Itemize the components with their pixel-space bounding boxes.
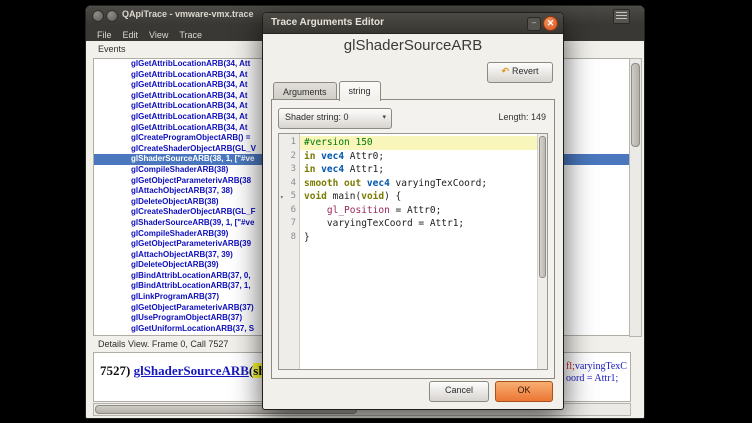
code-token: Attr0; [344, 151, 384, 162]
code-token: gl_Position [327, 205, 390, 216]
dialog-tabs: Argumentsstring [273, 81, 383, 100]
line-number: 3 [279, 163, 299, 177]
code-line[interactable]: smooth out vec4 varyingTexCoord; [300, 177, 537, 191]
code-token: vec4 [367, 178, 390, 189]
details-source-fragment: fl;varyingTexCoord = Attr1; [566, 361, 628, 385]
dialog-title: Trace Arguments Editor [271, 17, 384, 28]
chevron-down-icon: ▾ [382, 109, 386, 126]
dialog-heading: glShaderSourceARB [263, 37, 563, 54]
screen: QApiTrace - vmware-vmx.trace File Edit Vie… [0, 0, 752, 423]
line-number: 1 [279, 136, 299, 150]
editor-vertical-scrollbar[interactable] [537, 134, 547, 369]
code-token: main( [333, 191, 362, 202]
tab-string[interactable]: string [339, 81, 381, 101]
shader-source-editor[interactable]: 12345▾678 #version 150in vec4 Attr0;in v… [278, 133, 548, 370]
length-label: Length: 149 [498, 112, 546, 122]
line-number: 5▾ [279, 190, 299, 204]
details-view-header: Details View. Frame 0, Call 7527 [98, 339, 228, 349]
events-vertical-scrollbar[interactable] [629, 58, 642, 337]
code-token: ) { [384, 191, 401, 202]
shader-string-combobox[interactable]: Shader string: 0 ▾ [278, 108, 392, 129]
details-call-line: 7527) glShaderSourceARB(shade [100, 363, 285, 379]
fold-marker-icon[interactable]: ▾ [280, 191, 284, 205]
line-number: 4 [279, 177, 299, 191]
events-scrollbar-thumb[interactable] [631, 63, 640, 147]
code-token: smooth out [304, 178, 367, 189]
window-minimize-button[interactable] [106, 10, 118, 22]
code-token: vec4 [321, 151, 344, 162]
cancel-button[interactable]: Cancel [429, 381, 489, 402]
dialog-minimize-button[interactable]: – [527, 17, 541, 31]
editor-scrollbar-thumb[interactable] [539, 136, 546, 278]
code-line[interactable]: gl_Position = Attr0; [300, 204, 537, 218]
code-line[interactable]: #version 150 [300, 136, 537, 150]
dialog-close-button[interactable]: ✕ [543, 16, 558, 31]
code-token [304, 205, 327, 216]
revert-arrow-icon: ↶ [501, 66, 509, 76]
details-function-link[interactable]: glShaderSourceARB [134, 363, 249, 378]
details-fragment-line: oord = Attr1; [566, 373, 628, 385]
code-token: varyingTexCoord; [390, 178, 487, 189]
menu-edit[interactable]: Edit [123, 27, 139, 43]
code-token: vec4 [321, 164, 344, 175]
trace-arguments-editor-dialog: Trace Arguments Editor – ✕ glShaderSourc… [262, 12, 564, 410]
line-number: 7 [279, 217, 299, 231]
dialog-titlebar[interactable]: Trace Arguments Editor – ✕ [263, 13, 563, 34]
code-token: #version 150 [304, 137, 373, 148]
menu-file[interactable]: File [97, 27, 112, 43]
string-tab-pane: Shader string: 0 ▾ Length: 149 12345▾678… [271, 99, 555, 379]
menu-trace[interactable]: Trace [179, 27, 202, 43]
shader-string-combobox-label: Shader string: 0 [285, 112, 349, 122]
details-fragment-line: fl;varyingTexC [566, 361, 628, 373]
revert-button[interactable]: ↶Revert [487, 62, 553, 83]
code-token: void [304, 191, 333, 202]
window-title: QApiTrace - vmware-vmx.trace [122, 9, 254, 19]
code-token: in [304, 164, 321, 175]
code-line[interactable]: } [300, 231, 537, 245]
code-token: in [304, 151, 321, 162]
code-token: = Attr0; [390, 205, 441, 216]
fragment-token: varyingTexC [575, 361, 627, 372]
ok-button[interactable]: OK [495, 381, 553, 402]
code-line[interactable]: varyingTexCoord = Attr1; [300, 217, 537, 231]
code-area[interactable]: #version 150in vec4 Attr0;in vec4 Attr1;… [300, 134, 537, 369]
code-token: varyingTexCoord = Attr1; [304, 218, 464, 229]
code-token: Attr1; [344, 164, 384, 175]
details-call-number: 7527) [100, 363, 134, 378]
code-line[interactable]: in vec4 Attr1; [300, 163, 537, 177]
line-number: 2 [279, 150, 299, 164]
line-number-gutter: 12345▾678 [279, 134, 300, 369]
code-line[interactable]: void main(void) { [300, 190, 537, 204]
fragment-token: fl; [566, 361, 575, 372]
hamburger-menu-icon[interactable] [613, 9, 630, 24]
code-line[interactable]: in vec4 Attr0; [300, 150, 537, 164]
revert-button-label: Revert [512, 66, 539, 76]
line-number: 8 [279, 231, 299, 245]
code-token: } [304, 232, 310, 243]
menu-view[interactable]: View [149, 27, 168, 43]
fragment-token: oord = Attr1; [566, 373, 618, 384]
events-panel-header: Events [98, 44, 126, 54]
code-token: void [361, 191, 384, 202]
line-number: 6 [279, 204, 299, 218]
window-close-button[interactable] [92, 10, 104, 22]
